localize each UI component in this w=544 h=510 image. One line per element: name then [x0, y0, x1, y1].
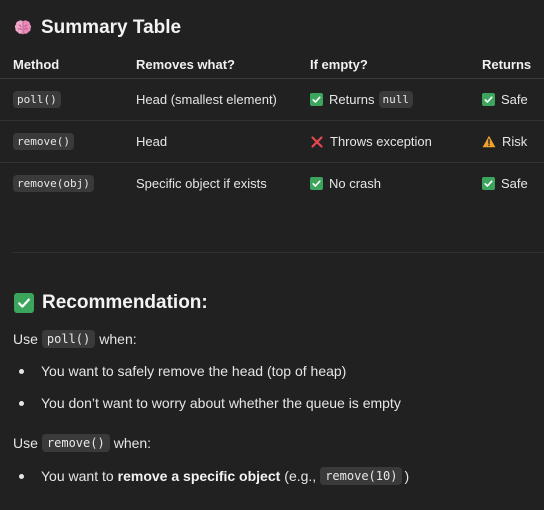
remove-intro-prefix: Use [13, 435, 38, 451]
summary-table: Method Removes what? If empty? Returns p… [0, 50, 544, 204]
check-icon [482, 93, 495, 106]
chat-response: Summary Table Method Removes what? If em… [0, 0, 544, 510]
section-divider [13, 252, 544, 253]
removes-cell: Head [136, 134, 168, 149]
brain-icon [13, 18, 33, 38]
list-item: You want to remove a specific object (e.… [19, 465, 409, 487]
removes-cell: Specific object if exists [136, 176, 267, 191]
poll-code: poll() [41, 330, 96, 348]
bullet-text-prefix: You want to [41, 468, 114, 484]
null-code: null [378, 91, 414, 108]
check-icon [14, 293, 34, 313]
returns-cell: Safe [482, 163, 528, 204]
poll-intro: Use poll() when: [13, 328, 137, 350]
column-header-removes: Removes what? [136, 57, 235, 72]
if-empty-text: Returns [329, 92, 375, 107]
remove-intro-suffix: when: [113, 435, 152, 451]
bullet-text: You want to safely remove the head (top … [41, 363, 347, 379]
table-header-row: Method Removes what? If empty? Returns [0, 50, 544, 79]
returns-text: Risk [502, 134, 528, 149]
method-code: remove(obj) [13, 175, 94, 192]
remove-intro: Use remove() when: [13, 432, 151, 454]
warning-icon [482, 135, 496, 148]
remove-code: remove() [41, 434, 110, 452]
if-empty-cell: No crash [310, 163, 381, 204]
returns-text: Safe [501, 92, 528, 107]
check-icon [310, 93, 323, 106]
bullet-dot [19, 368, 24, 374]
check-icon [310, 177, 323, 190]
column-header-returns: Returns [482, 57, 532, 72]
list-item: You don’t want to worry about whether th… [19, 393, 401, 413]
poll-intro-prefix: Use [13, 331, 38, 347]
returns-text: Safe [501, 176, 528, 191]
table-row: remove() Head Throws exception Risk [0, 121, 544, 163]
if-empty-text: Throws exception [330, 134, 432, 149]
column-header-if-empty: If empty? [310, 57, 368, 72]
table-row: poll() Head (smallest element) Returns n… [0, 79, 544, 121]
summary-table-heading: Summary Table [13, 14, 181, 42]
method-cell: poll() [13, 79, 61, 120]
bullet-text: You don’t want to worry about whether th… [41, 395, 401, 411]
check-icon [482, 177, 495, 190]
bullet-text-suffix: ) [404, 468, 410, 484]
bullet-bold-text: remove a specific object [117, 468, 281, 484]
bullet-dot [19, 400, 24, 406]
if-empty-cell: Returns null [310, 79, 414, 120]
method-cell: remove() [13, 121, 74, 162]
cross-icon [310, 135, 324, 149]
returns-cell: Risk [482, 121, 527, 162]
list-item: You want to safely remove the head (top … [19, 361, 346, 381]
removes-cell: Head (smallest element) [136, 92, 277, 107]
method-code: remove() [13, 133, 74, 150]
returns-cell: Safe [482, 79, 528, 120]
remove-10-code: remove(10) [320, 467, 403, 485]
table-row: remove(obj) Specific object if exists No… [0, 163, 544, 204]
column-header-method: Method [13, 57, 60, 72]
recommendation-heading: Recommendation: [14, 289, 208, 317]
method-code: poll() [13, 91, 61, 108]
bullet-dot [19, 473, 24, 479]
recommendation-title: Recommendation: [42, 292, 208, 313]
if-empty-cell: Throws exception [310, 121, 432, 162]
summary-table-title: Summary Table [41, 17, 182, 38]
if-empty-text: No crash [329, 176, 382, 191]
poll-intro-suffix: when: [99, 331, 137, 347]
bullet-text-middle: (e.g., [284, 468, 317, 484]
method-cell: remove(obj) [13, 163, 94, 204]
